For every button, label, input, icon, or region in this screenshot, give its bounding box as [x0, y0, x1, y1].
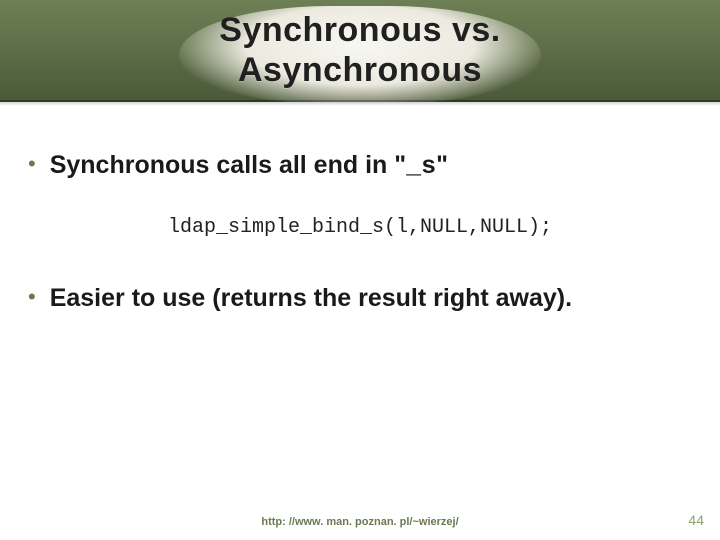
bullet-1-text: Synchronous calls all end in "_s": [50, 150, 448, 182]
footer-url: http: //www. man. poznan. pl/~wierzej/: [0, 516, 720, 528]
bullet-1-mono: _s: [406, 152, 436, 181]
slide: Synchronous vs. Asynchronous • Synchrono…: [0, 0, 720, 540]
bullet-1-post: ": [436, 151, 448, 179]
bullet-dot-icon: •: [28, 150, 36, 178]
bullet-1: • Synchronous calls all end in "_s": [28, 150, 692, 182]
title-line-1: Synchronous vs.: [219, 11, 500, 49]
bullet-dot-icon: •: [28, 283, 36, 311]
bullet-2: • Easier to use (returns the result righ…: [28, 283, 692, 314]
title-line-2: Asynchronous: [238, 51, 482, 89]
slide-header: Synchronous vs. Asynchronous: [0, 0, 720, 102]
bullet-1-pre: Synchronous calls all end in ": [50, 151, 406, 179]
slide-body: • Synchronous calls all end in "_s" ldap…: [0, 102, 720, 315]
page-number: 44: [688, 512, 704, 528]
slide-title: Synchronous vs. Asynchronous: [179, 6, 540, 104]
bullet-2-text: Easier to use (returns the result right …: [50, 283, 572, 314]
code-line: ldap_simple_bind_s(l,NULL,NULL);: [28, 216, 692, 239]
